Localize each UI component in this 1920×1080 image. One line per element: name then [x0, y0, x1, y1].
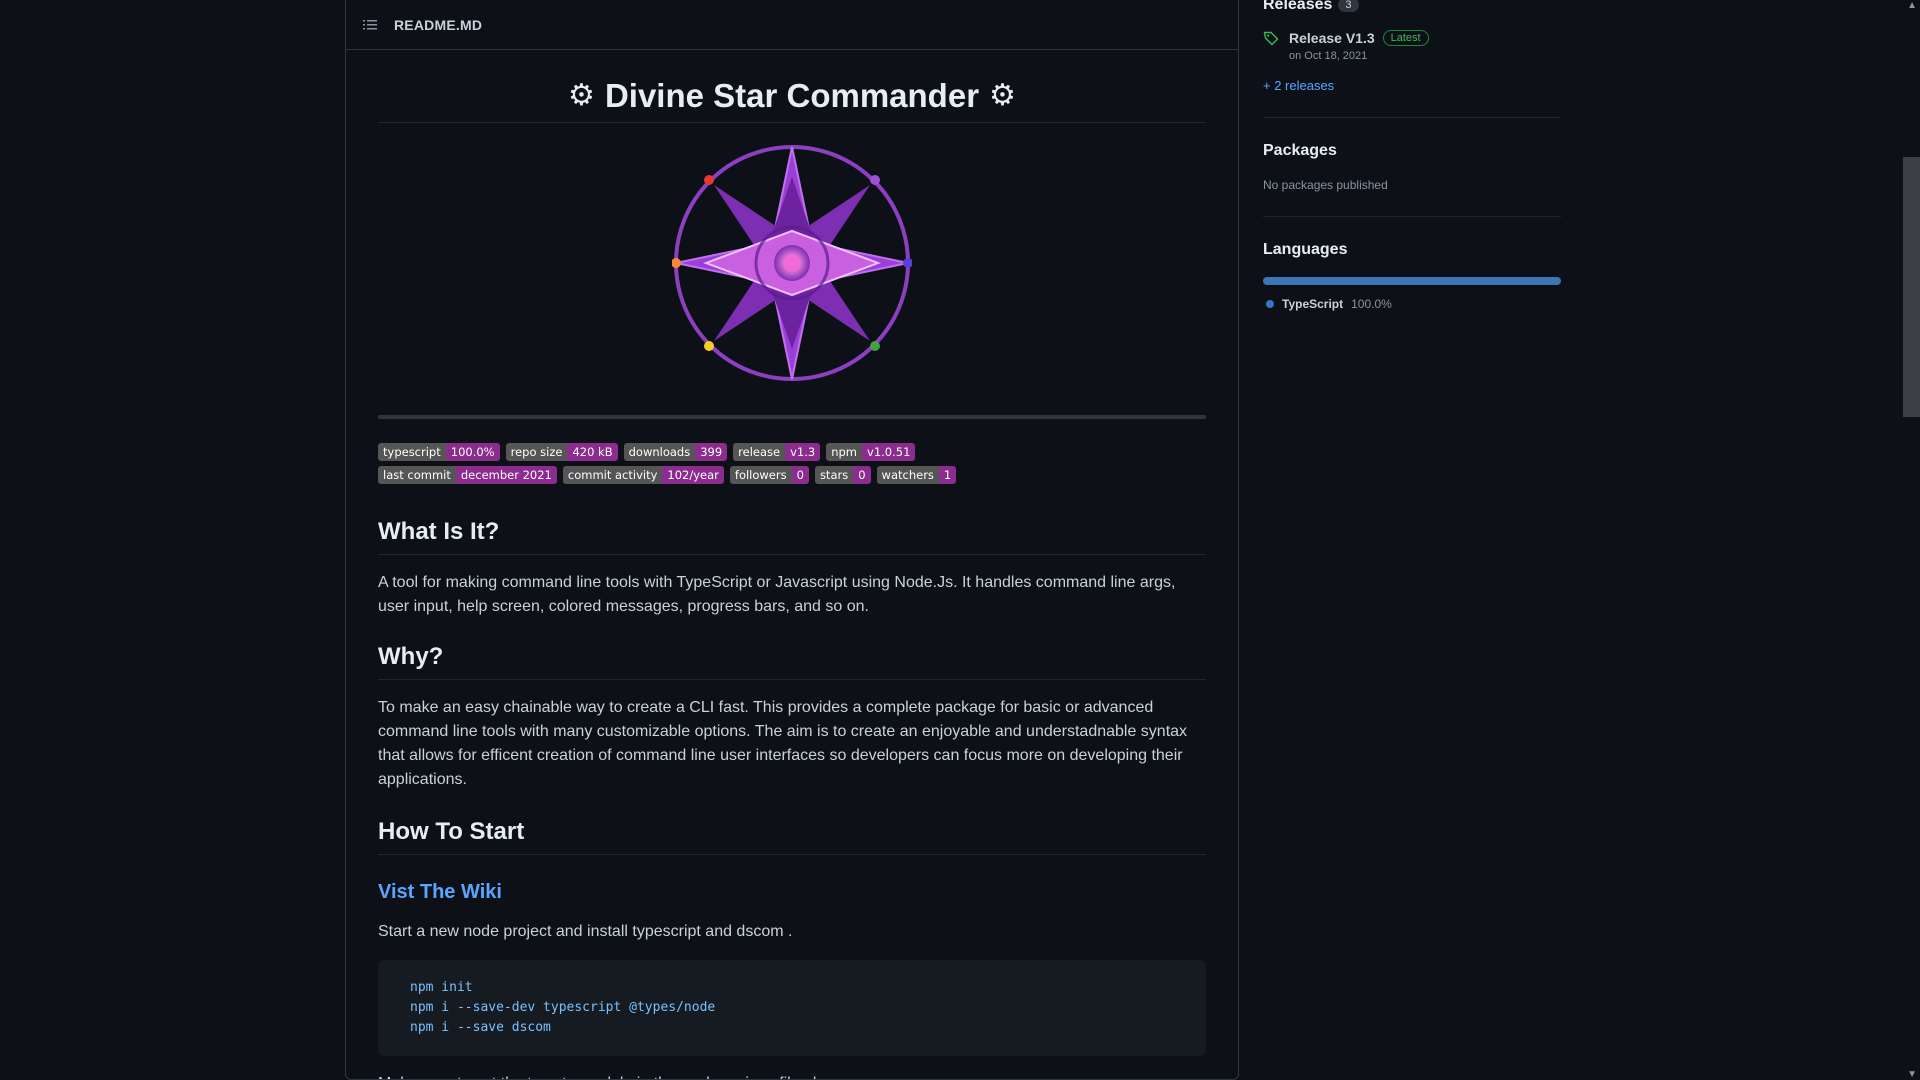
code-line: npm i --save-dev typescript @types/node: [410, 1000, 716, 1015]
gear-icon: ⚙: [568, 79, 595, 112]
badge-value: 1: [938, 466, 957, 484]
badge-value: v1.0.51: [862, 443, 916, 461]
badge-typescript[interactable]: typescript 100.0%: [378, 443, 500, 461]
language-percent: 100.0%: [1351, 297, 1392, 311]
title-row: ⚙ Divine Star Commander ⚙: [378, 70, 1206, 123]
badge-stars[interactable]: stars 0: [814, 466, 871, 484]
badge-value: 399: [695, 443, 728, 461]
badge-label: typescript: [378, 443, 446, 461]
readme-filename: README.MD: [394, 16, 483, 33]
badge-label: stars: [814, 466, 854, 484]
badge-npm[interactable]: npm v1.0.51: [826, 443, 916, 461]
badge-list: typescript 100.0% repo size 420 kB downloads…: [378, 443, 1098, 484]
scroll-down-arrow-icon[interactable]: ▼: [1907, 1069, 1917, 1080]
badge-watchers[interactable]: watchers 1: [876, 466, 957, 484]
badge-value: 420 kB: [567, 443, 618, 461]
badge-label: release: [733, 443, 786, 461]
badge-value: 100.0%: [445, 443, 500, 461]
repo-sidebar: Releases 3 Release V1.3 Latest on Oct 18…: [1263, 0, 1561, 311]
release-date: on Oct 18, 2021: [1289, 50, 1368, 62]
section-heading: How To Start: [378, 818, 1206, 855]
badge-value: v1.3: [785, 443, 821, 461]
packages-empty: No packages published: [1263, 178, 1388, 192]
code-block[interactable]: npm init npm i --save-dev typescript @ty…: [378, 960, 1206, 1056]
badge-label: followers: [729, 466, 792, 484]
languages-section: Languages TypeScript 100.0%: [1263, 241, 1561, 311]
section-heading: What Is It?: [378, 518, 1206, 555]
badge-followers[interactable]: followers 0: [729, 466, 809, 484]
language-bar: [1263, 277, 1561, 285]
releases-title[interactable]: Releases 3: [1263, 0, 1561, 14]
releases-label[interactable]: Releases: [1263, 0, 1332, 14]
page-title: Divine Star Commander: [604, 77, 980, 114]
divine-star-logo: [672, 145, 912, 381]
badge-commit-activity[interactable]: commit activity 102/year: [562, 466, 724, 484]
releases-section: Releases 3 Release V1.3 Latest on Oct 18…: [1263, 0, 1561, 93]
badge-label: commit activity: [562, 466, 663, 484]
readme-content: ⚙ Divine Star Commander ⚙ typescript 100…: [346, 70, 1238, 1079]
divider: [1263, 117, 1561, 118]
language-dot-icon: [1266, 300, 1274, 308]
section-body: To make an easy chainable way to create …: [378, 699, 1188, 788]
wiki-link[interactable]: Vist The Wiki: [378, 881, 1206, 904]
badge-value: 102/year: [662, 466, 724, 484]
badge-label: last commit: [378, 466, 456, 484]
section-body: A tool for making command line tools wit…: [378, 574, 1176, 615]
divider: [1263, 216, 1561, 217]
scroll-up-arrow-icon[interactable]: ▲: [1907, 0, 1917, 11]
badge-downloads[interactable]: downloads 399: [623, 443, 728, 461]
badge-value: 0: [853, 466, 871, 484]
readme-header: README.MD: [346, 0, 1238, 50]
badge-label: watchers: [876, 466, 939, 484]
section-body: Start a new node project and install typ…: [378, 923, 793, 940]
badge-value: december 2021: [455, 466, 557, 484]
badge-repo-size[interactable]: repo size 420 kB: [505, 443, 618, 461]
section-start: How To Start Vist The Wiki Start a new n…: [378, 818, 1206, 1079]
release-latest[interactable]: Release V1.3 Latest on Oct 18, 2021: [1263, 30, 1561, 62]
language-item[interactable]: TypeScript 100.0%: [1263, 297, 1561, 311]
release-name[interactable]: Release V1.3: [1289, 30, 1375, 46]
more-releases-link[interactable]: + 2 releases: [1263, 78, 1561, 93]
code-line: npm init: [410, 980, 473, 995]
scrollbar[interactable]: ▲ ▼: [1903, 0, 1920, 1080]
badge-label: downloads: [623, 443, 696, 461]
section-heading: Why?: [378, 643, 1206, 680]
list-icon[interactable]: [362, 17, 378, 33]
section-why: Why? To make an easy chainable way to cr…: [378, 643, 1206, 792]
latest-badge: Latest: [1382, 30, 1429, 46]
tag-icon: [1263, 30, 1279, 62]
badge-label: repo size: [505, 443, 568, 461]
code-line: npm i --save dscom: [410, 1020, 551, 1035]
readme-panel: README.MD ⚙ Divine Star Commander ⚙ type…: [345, 0, 1239, 1080]
releases-count: 3: [1338, 0, 1359, 12]
packages-title[interactable]: Packages: [1263, 142, 1561, 160]
section-body: Make sure to set the type to module in t…: [378, 1072, 1206, 1079]
scroll-thumb[interactable]: [1903, 157, 1920, 417]
badge-release[interactable]: release v1.3: [733, 443, 821, 461]
badge-label: npm: [826, 443, 863, 461]
logo: [378, 143, 1206, 383]
gear-icon: ⚙: [989, 79, 1016, 112]
section-what: What Is It? A tool for making command li…: [378, 518, 1206, 619]
language-name: TypeScript: [1282, 297, 1344, 311]
divider: [378, 415, 1206, 419]
badge-value: 0: [791, 466, 809, 484]
languages-title: Languages: [1263, 241, 1348, 258]
badge-last-commit[interactable]: last commit december 2021: [378, 466, 557, 484]
packages-section: Packages No packages published: [1263, 142, 1561, 192]
